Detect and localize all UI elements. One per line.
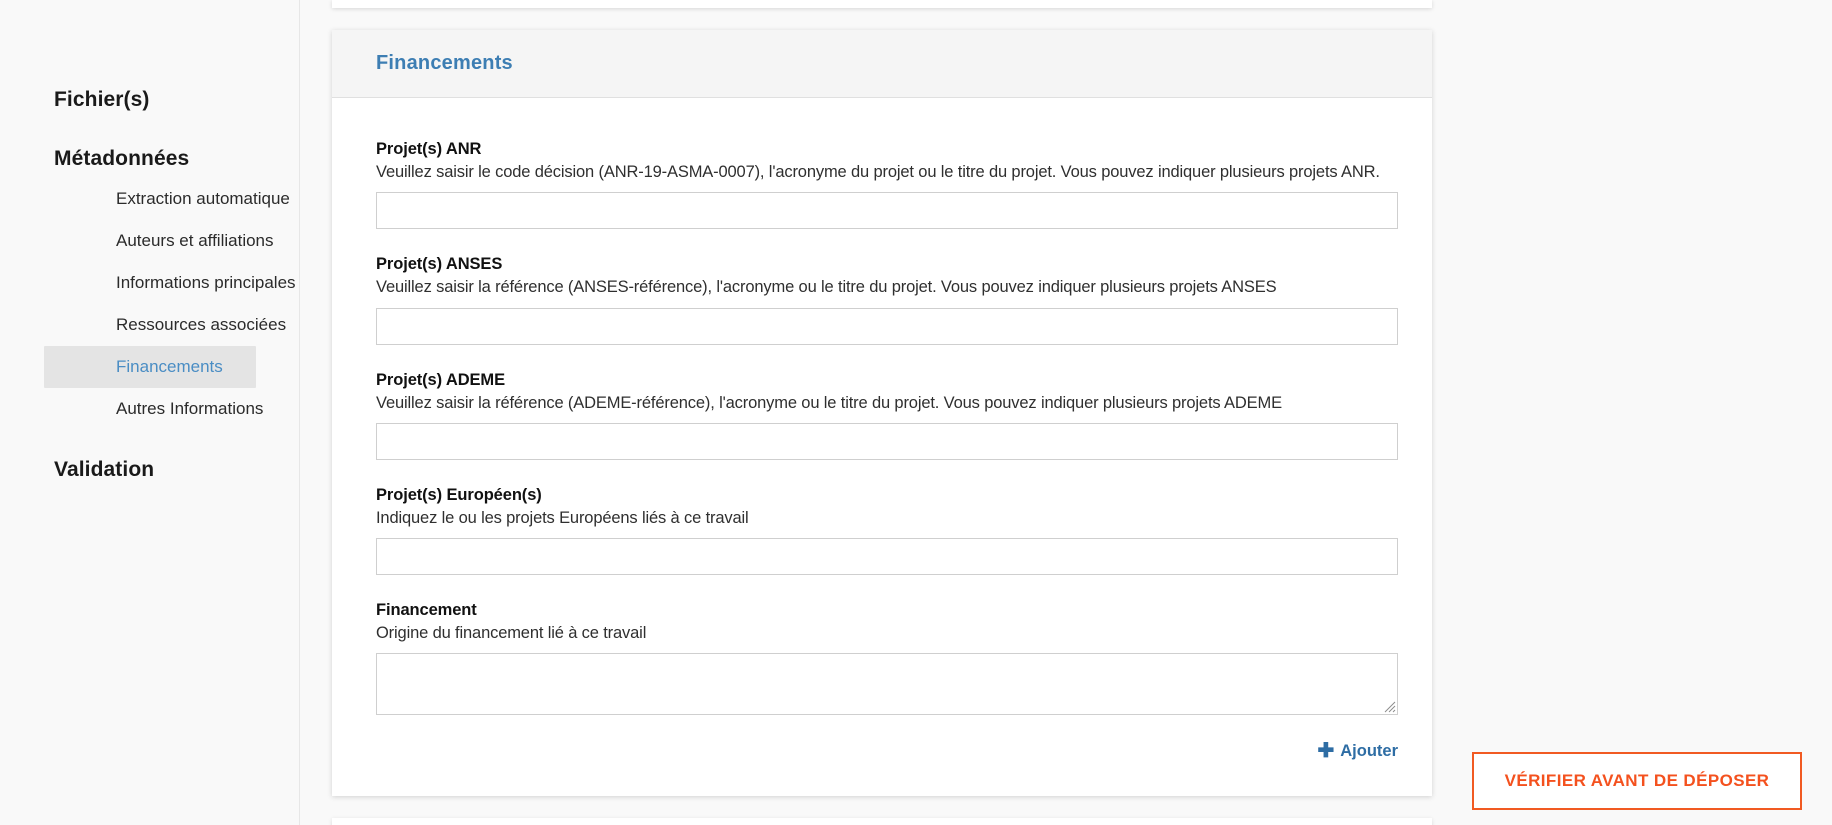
sidebar-metadata-items: Extraction automatique Auteurs et affili… <box>0 178 296 430</box>
projet-anses-input[interactable] <box>376 307 1398 345</box>
field-label: Projet(s) ADEME <box>376 370 505 389</box>
projet-ademe-input[interactable] <box>376 422 1398 460</box>
financement-textarea[interactable] <box>376 653 1398 716</box>
financements-card: Financements Projet(s) ANR Veuillez sais… <box>332 30 1432 797</box>
field-label: Projet(s) ANSES <box>376 255 503 274</box>
sidebar-section-metadonnees[interactable]: Métadonnées <box>0 147 189 171</box>
field-projet-anses: Projet(s) ANSES Veuillez saisir la référ… <box>376 255 1398 345</box>
field-help-text: Veuillez saisir la référence (ADEME-réfé… <box>376 393 1282 412</box>
sidebar-item-label: Autres Informations <box>116 399 264 418</box>
sidebar-section-fichiers[interactable]: Fichier(s) <box>0 88 150 112</box>
page-title: Financements <box>376 52 513 74</box>
add-financement-button[interactable]: ✚ Ajouter <box>1317 741 1398 761</box>
sidebar-item-extraction-automatique[interactable]: Extraction automatique <box>44 178 290 220</box>
sidebar-item-auteurs-et-affiliations[interactable]: Auteurs et affiliations <box>44 220 274 262</box>
field-projet-anr: Projet(s) ANR Veuillez saisir le code dé… <box>376 140 1398 230</box>
add-row: ✚ Ajouter <box>376 741 1398 762</box>
sidebar-item-informations-principales[interactable]: Informations principales <box>44 262 296 304</box>
page-root: Fichier(s) Métadonnées Extraction automa… <box>0 0 1832 825</box>
field-label: Projet(s) Européen(s) <box>376 485 542 504</box>
field-label: Financement <box>376 601 477 620</box>
sidebar-section-validation[interactable]: Validation <box>0 458 154 482</box>
field-financement: Financement Origine du financement lié à… <box>376 601 1398 716</box>
plus-icon: ✚ <box>1317 740 1335 763</box>
field-help-text: Veuillez saisir la référence (ANSES-réfé… <box>376 278 1277 297</box>
sidebar-item-ressources-associees[interactable]: Ressources associées <box>44 304 286 346</box>
field-projet-ademe: Projet(s) ADEME Veuillez saisir la référ… <box>376 370 1398 460</box>
sidebar: Fichier(s) Métadonnées Extraction automa… <box>0 0 300 825</box>
card-header: Financements <box>332 30 1432 98</box>
next-panel-stub <box>332 818 1432 825</box>
verify-before-deposit-button[interactable]: VÉRIFIER AVANT DE DÉPOSER <box>1472 752 1802 810</box>
sidebar-item-label: Extraction automatique <box>116 189 290 208</box>
main-column: Financements Projet(s) ANR Veuillez sais… <box>332 0 1432 825</box>
field-help-text: Veuillez saisir le code décision (ANR-19… <box>376 163 1380 181</box>
sidebar-item-label: Ressources associées <box>116 315 287 334</box>
field-help-text: Origine du financement lié à ce travail <box>376 624 647 643</box>
field-label: Projet(s) ANR <box>376 140 482 158</box>
previous-panel-stub <box>332 0 1432 8</box>
field-help-text: Indiquez le ou les projets Européens lié… <box>376 508 749 527</box>
projet-anr-input[interactable] <box>376 192 1398 230</box>
sidebar-item-financements[interactable]: Financements <box>44 346 256 388</box>
sidebar-item-label: Financements <box>116 357 223 376</box>
financement-textarea-wrapper <box>376 653 1398 716</box>
sidebar-item-label: Auteurs et affiliations <box>116 231 274 250</box>
sidebar-item-autres-informations[interactable]: Autres Informations <box>44 388 263 430</box>
add-button-label: Ajouter <box>1340 741 1398 760</box>
projet-europeen-input[interactable] <box>376 538 1398 576</box>
card-body: Projet(s) ANR Veuillez saisir le code dé… <box>332 98 1432 796</box>
sidebar-item-label: Informations principales <box>116 273 296 292</box>
field-projet-europeen: Projet(s) Européen(s) Indiquez le ou les… <box>376 485 1398 576</box>
